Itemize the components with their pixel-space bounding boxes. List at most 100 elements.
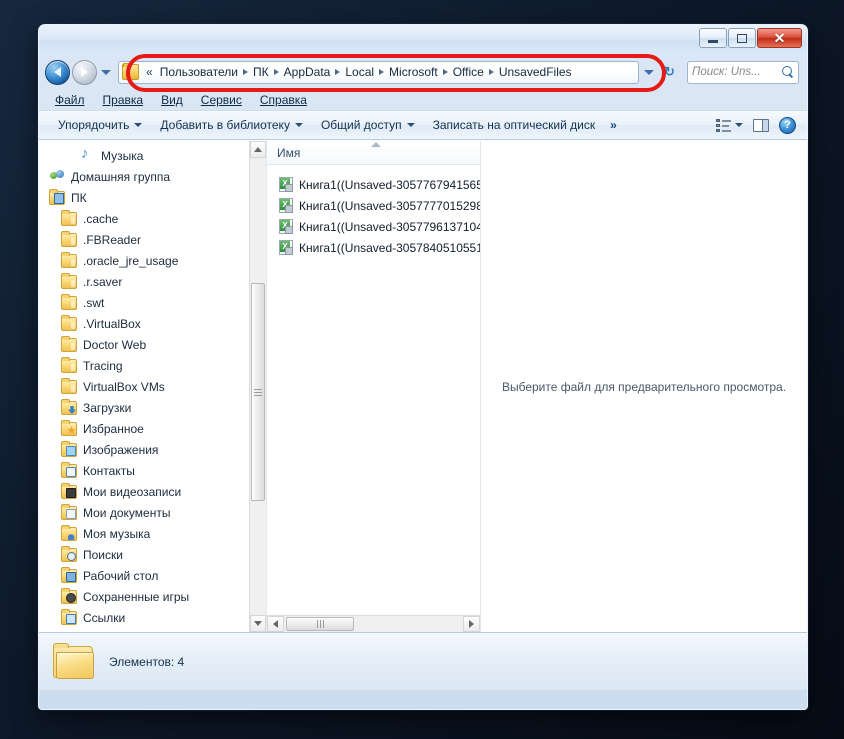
breadcrumb-item-2[interactable]: AppData [280,63,335,81]
tree-item-searches[interactable]: Поиски [39,544,266,565]
navigation-pane-scrollbar[interactable] [249,141,266,632]
tree-item-desktop[interactable]: Рабочий стол [39,565,266,586]
tree-item-music[interactable]: Музыка [39,145,266,166]
menu-file[interactable]: Файл [47,91,93,109]
tree-item-label: ПК [71,190,87,205]
tree-item-videos[interactable]: Мои видеозаписи [39,481,266,502]
close-icon: ✕ [773,30,786,46]
breadcrumb-separator-icon[interactable] [379,69,385,75]
folder-icon [61,294,77,310]
preview-pane-icon [753,118,769,132]
burn-to-disc-button[interactable]: Записать на оптический диск [424,114,605,136]
file-list-item[interactable]: Книга1((Unsaved-3057840510551 [267,237,480,258]
videos-icon [61,483,77,499]
tree-item-homegroup[interactable]: Домашняя группа [39,166,266,187]
tree-item-tracing[interactable]: Tracing [39,355,266,376]
tree-item-contacts[interactable]: Контакты [39,460,266,481]
tree-item-r-saver[interactable]: .r.saver [39,271,266,292]
scroll-left-button[interactable] [267,616,284,632]
tree-item-cache[interactable]: .cache [39,208,266,229]
folder-tree: Музыка Домашняя группа ПК .cache .FBRead… [39,141,266,632]
menu-tools[interactable]: Сервис [193,91,250,109]
folder-icon [122,63,139,80]
saved-games-icon [61,588,77,604]
breadcrumb-item-0[interactable]: Пользователи [156,63,242,81]
breadcrumb-separator-icon[interactable] [243,69,249,75]
search-input[interactable]: Поиск: Uns... [687,60,799,84]
breadcrumb-item-4[interactable]: Microsoft [385,63,442,81]
tree-item-documents[interactable]: Мои документы [39,502,266,523]
scrollbar-thumb[interactable] [286,617,354,631]
user-folder-icon [49,189,65,205]
menu-edit[interactable]: Правка [95,91,152,109]
scroll-down-button[interactable] [250,615,266,632]
tree-item-favorites[interactable]: Избранное [39,418,266,439]
tree-item-links[interactable]: Ссылки [39,607,266,628]
tree-item-computer[interactable]: Компьютер [39,628,266,633]
address-dropdown-button[interactable] [641,69,656,75]
add-to-library-button[interactable]: Добавить в библиотеку [151,114,312,136]
refresh-button[interactable]: ↻ [659,62,680,83]
history-dropdown-button[interactable] [99,69,113,75]
tree-item-label: Музыка [101,148,144,163]
toolbar-overflow-button[interactable]: » [604,114,623,136]
tree-item-doctor-web[interactable]: Doctor Web [39,334,266,355]
breadcrumb-separator-icon[interactable] [273,69,279,75]
folder-icon [61,252,77,268]
share-label: Общий доступ [320,118,402,132]
close-button[interactable]: ✕ [757,28,802,48]
file-list-item[interactable]: Книга1((Unsaved-3057777015298 [267,195,480,216]
breadcrumb-separator-icon[interactable] [442,69,448,75]
maximize-button[interactable] [728,28,756,48]
tree-item-label: Поиски [83,547,123,562]
change-view-button[interactable] [711,116,748,135]
tree-item-saved-games[interactable]: Сохраненные игры [39,586,266,607]
back-arrow-icon [54,67,61,77]
menu-view[interactable]: Вид [153,91,191,109]
tree-item-swt[interactable]: .swt [39,292,266,313]
scrollbar-thumb[interactable] [251,283,265,501]
file-list-horizontal-scrollbar[interactable] [267,615,480,632]
tree-item-oracle-jre-usage[interactable]: .oracle_jre_usage [39,250,266,271]
forward-button[interactable] [72,59,97,85]
chevron-up-icon [254,147,262,152]
tree-item-virtualbox-vms[interactable]: VirtualBox VMs [39,376,266,397]
breadcrumb-separator-icon[interactable] [335,69,341,75]
scroll-up-button[interactable] [250,141,266,158]
breadcrumb-item-3[interactable]: Local [341,63,378,81]
tree-item-virtualbox[interactable]: .VirtualBox [39,313,266,334]
help-button[interactable]: ? [774,114,801,137]
minimize-button[interactable] [699,28,727,48]
back-button[interactable] [45,59,70,85]
tree-item-downloads[interactable]: Загрузки [39,397,266,418]
breadcrumb-overflow-button[interactable]: « [142,65,156,79]
minimize-icon [708,39,718,43]
tree-item-pc[interactable]: ПК [39,187,266,208]
grip-icon [254,388,262,396]
breadcrumb-item-1[interactable]: ПК [249,63,273,81]
tree-item-fbreader[interactable]: .FBReader [39,229,266,250]
breadcrumb-item-6[interactable]: UnsavedFiles [495,63,576,81]
file-list-item[interactable]: Книга1((Unsaved-3057796137104 [267,216,480,237]
breadcrumb-separator-icon[interactable] [488,69,494,75]
chevron-down-icon [101,69,111,75]
title-bar[interactable]: ✕ [39,25,807,55]
excel-file-icon [279,198,293,213]
tree-item-my-music[interactable]: Моя музыка [39,523,266,544]
scroll-right-button[interactable] [463,616,480,632]
file-list-item[interactable]: Книга1((Unsaved-3057767941565 [267,174,480,195]
view-list-icon [716,118,731,132]
share-button[interactable]: Общий доступ [312,114,424,136]
preview-pane-button[interactable] [748,116,774,135]
links-icon [61,609,77,625]
maximize-icon [737,33,747,43]
menu-help[interactable]: Справка [252,91,315,109]
column-header-name[interactable]: Имя [267,146,300,160]
breadcrumb-item-5[interactable]: Office [449,63,488,81]
organize-button[interactable]: Упорядочить [49,114,151,136]
pictures-icon [61,441,77,457]
tree-item-pictures[interactable]: Изображения [39,439,266,460]
address-bar[interactable]: « Пользователи ПК AppData Local Microsof… [118,60,639,84]
excel-file-icon [279,219,293,234]
tree-item-label: Ссылки [83,610,126,625]
